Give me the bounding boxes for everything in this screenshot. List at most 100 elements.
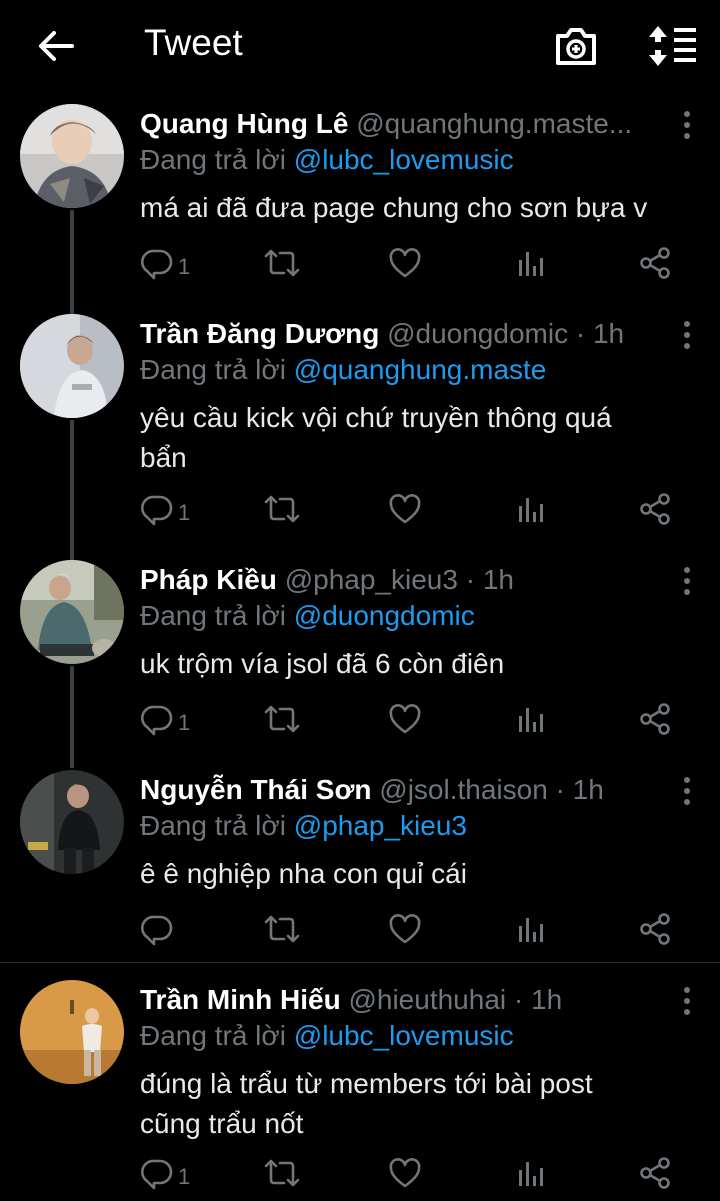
reply-icon — [141, 705, 173, 736]
reply-count: 1 — [178, 500, 191, 525]
replying-to: Đang trả lời @lubc_lovemusic — [140, 140, 514, 180]
retweet-button[interactable] — [262, 492, 302, 532]
page-title: Tweet — [144, 22, 243, 63]
analytics-button[interactable] — [516, 492, 546, 532]
tweet-actions — [140, 912, 700, 952]
tweet-actions: 1 — [140, 492, 700, 532]
display-name[interactable]: Nguyễn Thái Sơn — [140, 774, 371, 805]
retweet-button[interactable] — [262, 702, 302, 742]
more-vertical-icon[interactable] — [682, 566, 692, 596]
share-button[interactable] — [638, 1156, 672, 1196]
timestamp: · 1h — [575, 318, 625, 349]
more-vertical-icon[interactable] — [682, 776, 692, 806]
display-name[interactable]: Quang Hùng Lê — [140, 108, 348, 139]
sort-icon[interactable] — [646, 24, 698, 68]
analytics-icon — [519, 708, 543, 732]
replying-to-label: Đang trả lời — [140, 354, 286, 385]
replying-to-label: Đang trả lời — [140, 600, 286, 631]
timestamp: · 1h — [555, 774, 604, 805]
mention-link[interactable]: @quanghung.maste — [294, 354, 547, 385]
share-button[interactable] — [638, 912, 672, 952]
divider — [0, 962, 720, 963]
tweet-item[interactable]: Nguyễn Thái Sơn @jsol.thaison · 1h Đang … — [0, 770, 720, 960]
retweet-icon — [264, 249, 300, 277]
analytics-button[interactable] — [516, 1156, 546, 1196]
reply-count: 1 — [178, 254, 191, 279]
replying-to: Đang trả lời @lubc_lovemusic — [140, 1016, 514, 1056]
retweet-button[interactable] — [262, 912, 302, 952]
tweet-header: Nguyễn Thái Sơn @jsol.thaison · 1h — [140, 770, 660, 810]
analytics-icon — [519, 498, 543, 522]
mention-link[interactable]: @lubc_lovemusic — [294, 1020, 514, 1051]
reply-button[interactable]: 1 — [140, 1156, 190, 1196]
back-arrow-icon[interactable] — [34, 26, 78, 66]
more-vertical-icon[interactable] — [682, 320, 692, 350]
like-button[interactable] — [388, 912, 422, 952]
analytics-icon — [519, 252, 543, 276]
tweet-item[interactable]: Trần Minh Hiếu @hieuthuhai · 1h Đang trả… — [0, 980, 720, 1201]
avatar[interactable] — [20, 770, 124, 874]
replying-to: Đang trả lời @duongdomic — [140, 596, 475, 636]
reply-button[interactable] — [140, 912, 174, 952]
tweet-header: Trần Minh Hiếu @hieuthuhai · 1h — [140, 980, 660, 1020]
display-name[interactable]: Trần Đăng Dương — [140, 318, 379, 349]
mention-link[interactable]: @phap_kieu3 — [294, 810, 467, 841]
display-name[interactable]: Trần Minh Hiếu — [140, 984, 341, 1015]
user-handle[interactable]: @hieuthuhai — [348, 984, 506, 1015]
share-icon — [640, 1157, 670, 1189]
user-handle[interactable]: @quanghung.maste... — [356, 108, 632, 139]
user-handle[interactable]: @jsol.thaison — [379, 774, 548, 805]
reply-button[interactable]: 1 — [140, 246, 190, 286]
analytics-icon — [519, 1162, 543, 1186]
tweet-item[interactable]: Pháp Kiều @phap_kieu3 · 1h Đang trả lời … — [0, 560, 720, 750]
reply-button[interactable]: 1 — [140, 492, 190, 532]
avatar[interactable] — [20, 560, 124, 664]
more-vertical-icon[interactable] — [682, 110, 692, 140]
tweet-item[interactable]: Quang Hùng Lê @quanghung.maste... Đang t… — [0, 104, 720, 304]
avatar[interactable] — [20, 980, 124, 1084]
replying-to: Đang trả lời @quanghung.maste — [140, 350, 546, 390]
like-button[interactable] — [388, 492, 422, 532]
like-icon — [389, 1158, 421, 1188]
like-button[interactable] — [388, 702, 422, 742]
replying-to: Đang trả lời @phap_kieu3 — [140, 806, 467, 846]
analytics-button[interactable] — [516, 246, 546, 286]
reply-button[interactable]: 1 — [140, 702, 190, 742]
tweet-text: uk trộm vía jsol đã 6 còn điên — [140, 648, 505, 679]
analytics-icon — [519, 918, 543, 942]
tweet-header: Trần Đăng Dương @duongdomic · 1h — [140, 314, 660, 354]
tweet-text: ê ê nghiệp nha con quỉ cái — [140, 858, 467, 889]
like-button[interactable] — [388, 246, 422, 286]
share-icon — [640, 913, 670, 945]
reply-icon — [141, 1159, 173, 1190]
reply-count: 1 — [178, 1164, 191, 1189]
camera-icon[interactable] — [553, 24, 599, 68]
retweet-button[interactable] — [262, 1156, 302, 1196]
avatar[interactable] — [20, 104, 124, 208]
mention-link[interactable]: @lubc_lovemusic — [294, 144, 514, 175]
analytics-button[interactable] — [516, 912, 546, 952]
tweet-item[interactable]: Trần Đăng Dương @duongdomic · 1h Đang tr… — [0, 314, 720, 534]
like-button[interactable] — [388, 1156, 422, 1196]
tweet-actions: 1 — [140, 246, 700, 286]
timestamp: · 1h — [465, 564, 514, 595]
mention-link[interactable]: @duongdomic — [294, 600, 475, 631]
share-button[interactable] — [638, 246, 672, 286]
analytics-button[interactable] — [516, 702, 546, 742]
reply-icon — [141, 249, 173, 280]
more-vertical-icon[interactable] — [682, 986, 692, 1016]
share-button[interactable] — [638, 702, 672, 742]
retweet-icon — [264, 1159, 300, 1187]
like-icon — [389, 704, 421, 734]
share-icon — [640, 247, 670, 279]
avatar[interactable] — [20, 314, 124, 418]
retweet-button[interactable] — [262, 246, 302, 286]
tweet-text: yêu cầu kick vội chứ truyền thông quá bẩ… — [140, 402, 612, 473]
display-name[interactable]: Pháp Kiều — [140, 564, 277, 595]
like-icon — [389, 248, 421, 278]
reply-icon — [141, 915, 173, 946]
share-button[interactable] — [638, 492, 672, 532]
user-handle[interactable]: @duongdomic — [387, 318, 568, 349]
tweet-header: Pháp Kiều @phap_kieu3 · 1h — [140, 560, 660, 600]
user-handle[interactable]: @phap_kieu3 — [285, 564, 458, 595]
